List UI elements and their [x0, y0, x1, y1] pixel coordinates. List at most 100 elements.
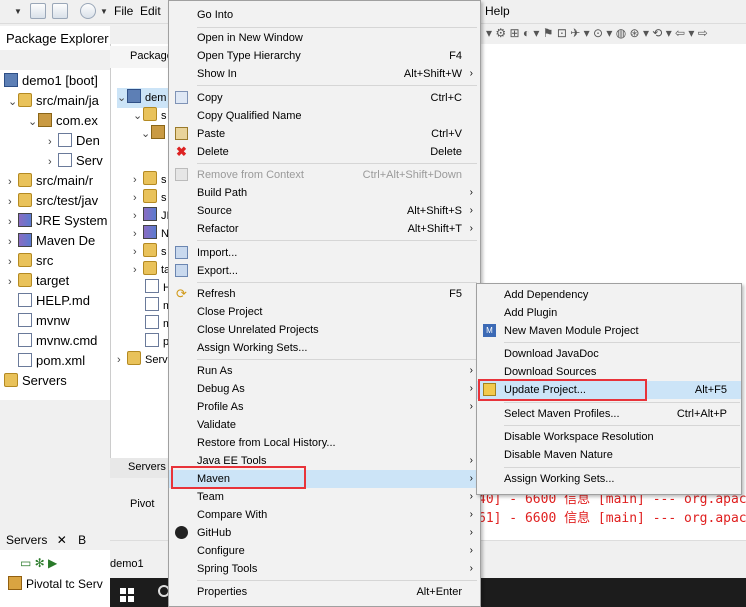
package-view-tab[interactable]: Package	[110, 46, 173, 68]
menu-item-restore-local-history[interactable]: Restore from Local History...	[169, 434, 480, 452]
tree-row-project[interactable]: demo1 [boot]	[4, 71, 98, 91]
toolbar-icons[interactable]: ▾ ⚙ ⊞ ◐ ▾ ⚑ ⊡ ✈ ▾ ⊙ ▾ ◍ ⊛ ▾ ⟲ ▾ ⇦ ▾ ⇨	[486, 26, 708, 40]
tree-row-src[interactable]: › src	[8, 251, 53, 271]
expand-icon[interactable]: ›	[8, 252, 18, 271]
menu-item-close-unrelated-projects[interactable]: Close Unrelated Projects	[169, 321, 480, 339]
menu-item-spring-tools[interactable]: Spring Tools ›	[169, 560, 480, 578]
submenu-item-select-maven-profiles[interactable]: Select Maven Profiles... Ctrl+Alt+P	[477, 405, 741, 423]
menu-item-run-as[interactable]: Run As ›	[169, 362, 480, 380]
tree-row[interactable]: › s	[133, 188, 167, 208]
expand-icon[interactable]: ›	[8, 232, 18, 251]
tree-row-jre[interactable]: › JRE System	[8, 211, 108, 231]
expand-icon[interactable]: ›	[8, 272, 18, 291]
menu-item-validate[interactable]: Validate	[169, 416, 480, 434]
menu-item-java-ee-tools[interactable]: Java EE Tools ›	[169, 452, 480, 470]
menu-item-refactor[interactable]: Refactor Alt+Shift+T ›	[169, 220, 480, 238]
tree-row-package[interactable]: ⌄ com.ex	[28, 111, 98, 131]
expand-icon[interactable]: ⌄	[117, 88, 127, 108]
menu-item-team[interactable]: Team ›	[169, 488, 480, 506]
tree-row[interactable]: › N	[133, 224, 169, 244]
tree-row-file[interactable]: mvnw.cmd	[18, 331, 97, 351]
expand-icon[interactable]: ⌄	[8, 92, 18, 111]
remove-context-icon	[175, 168, 188, 181]
menu-item-assign-working-sets[interactable]: Assign Working Sets...	[169, 339, 480, 357]
expand-icon[interactable]: ›	[8, 172, 18, 191]
submenu-item-update-project[interactable]: Update Project... Alt+F5	[477, 381, 741, 399]
menu-item-github[interactable]: GitHub ›	[169, 524, 480, 542]
windows-start-icon[interactable]	[120, 588, 134, 602]
chevron-down-icon[interactable]: ▼	[100, 7, 108, 16]
menu-item-open-type-hierarchy[interactable]: Open Type Hierarchy F4	[169, 47, 480, 65]
copy-icon	[175, 91, 188, 104]
menu-item-build-path[interactable]: Build Path ›	[169, 184, 480, 202]
servers-view-tab[interactable]: Servers	[110, 458, 170, 478]
pivotal-server-row[interactable]: Pivotal tc Serv	[8, 576, 103, 591]
menu-edit[interactable]: Edit	[140, 4, 161, 18]
user-icon[interactable]	[80, 3, 96, 19]
tree-row[interactable]: ⌄ s	[133, 106, 167, 126]
menu-item-go-into[interactable]: Go Into	[169, 6, 480, 24]
menu-item-copy[interactable]: Copy Ctrl+C	[169, 89, 480, 107]
expand-icon[interactable]: ›	[48, 132, 58, 151]
menu-item-source[interactable]: Source Alt+Shift+S ›	[169, 202, 480, 220]
tree-row[interactable]: › s	[133, 170, 167, 190]
tree-row-maven-deps[interactable]: › Maven De	[8, 231, 95, 251]
tree-row-servers[interactable]: Servers	[4, 371, 67, 391]
expand-icon[interactable]: ›	[8, 192, 18, 211]
tree-row-src-main-java[interactable]: ⌄ src/main/ja	[8, 91, 99, 111]
server-toolbar-icons[interactable]: ▭ ✻ ▶	[20, 556, 57, 570]
menu-item-maven[interactable]: Maven ›	[169, 470, 480, 488]
menu-file[interactable]: File	[114, 4, 133, 18]
menu-item-configure[interactable]: Configure ›	[169, 542, 480, 560]
menu-item-export[interactable]: Export...	[169, 262, 480, 280]
menu-item-properties[interactable]: Properties Alt+Enter	[169, 583, 480, 601]
chevron-right-icon: ›	[469, 527, 473, 538]
chevron-down-icon[interactable]: ▼	[14, 7, 22, 16]
menu-item-remove-from-context[interactable]: Remove from Context Ctrl+Alt+Shift+Down	[169, 166, 480, 184]
submenu-item-add-dependency[interactable]: Add Dependency	[477, 286, 741, 304]
tree-row-target[interactable]: › target	[8, 271, 69, 291]
menu-item-compare-with[interactable]: Compare With ›	[169, 506, 480, 524]
menu-item-import[interactable]: Import...	[169, 244, 480, 262]
tree-row-src-main-resources[interactable]: › src/main/r	[8, 171, 93, 191]
tree-row-src-test[interactable]: › src/test/jav	[8, 191, 98, 211]
menu-item-close-project[interactable]: Close Project	[169, 303, 480, 321]
tree-row[interactable]: ⌄	[141, 124, 169, 144]
tree-row[interactable]: › JI	[133, 206, 170, 226]
menu-item-debug-as[interactable]: Debug As ›	[169, 380, 480, 398]
menu-help[interactable]: Help	[485, 4, 510, 18]
package-explorer-tab[interactable]: Package Explorer	[0, 26, 110, 50]
close-icon[interactable]: ✕	[57, 533, 67, 547]
menu-item-paste[interactable]: Paste Ctrl+V	[169, 125, 480, 143]
menu-item-show-in[interactable]: Show In Alt+Shift+W ›	[169, 65, 480, 83]
menu-item-refresh[interactable]: ⟳ Refresh F5	[169, 285, 480, 303]
tree-row-file[interactable]: pom.xml	[18, 351, 85, 371]
tree-row[interactable]: p	[145, 332, 169, 352]
submenu-item-assign-working-sets[interactable]: Assign Working Sets...	[477, 470, 741, 488]
tree-row[interactable]: › Serv	[117, 350, 168, 370]
submenu-item-disable-workspace-resolution[interactable]: Disable Workspace Resolution	[477, 428, 741, 446]
save-all-icon[interactable]	[52, 3, 68, 19]
pivotal-server-label[interactable]: Pivot	[130, 498, 154, 510]
tree-row-project-selected[interactable]: ⌄ dem	[117, 88, 171, 108]
tree-row-class[interactable]: › Den	[48, 131, 100, 151]
tree-row[interactable]: › s	[133, 242, 167, 262]
expand-icon[interactable]: ›	[8, 212, 18, 231]
submenu-item-disable-maven-nature[interactable]: Disable Maven Nature	[477, 446, 741, 464]
menu-item-delete[interactable]: ✖ Delete Delete	[169, 143, 480, 161]
tree-row-class[interactable]: › Serv	[48, 151, 103, 171]
submenu-item-download-sources[interactable]: Download Sources	[477, 363, 741, 381]
expand-icon[interactable]: ›	[48, 152, 58, 171]
servers-tab[interactable]: Servers ✕ B	[0, 530, 110, 550]
tree-row[interactable]: › ta	[133, 260, 170, 280]
tree-row-file[interactable]: mvnw	[18, 311, 70, 331]
menu-item-open-new-window[interactable]: Open in New Window	[169, 29, 480, 47]
save-icon[interactable]	[30, 3, 46, 19]
tree-row-file[interactable]: HELP.md	[18, 291, 90, 311]
submenu-item-download-javadoc[interactable]: Download JavaDoc	[477, 345, 741, 363]
menu-item-profile-as[interactable]: Profile As ›	[169, 398, 480, 416]
submenu-item-add-plugin[interactable]: Add Plugin	[477, 304, 741, 322]
expand-icon[interactable]: ⌄	[28, 112, 38, 131]
submenu-item-new-maven-module[interactable]: M New Maven Module Project	[477, 322, 741, 340]
menu-item-copy-qualified-name[interactable]: Copy Qualified Name	[169, 107, 480, 125]
